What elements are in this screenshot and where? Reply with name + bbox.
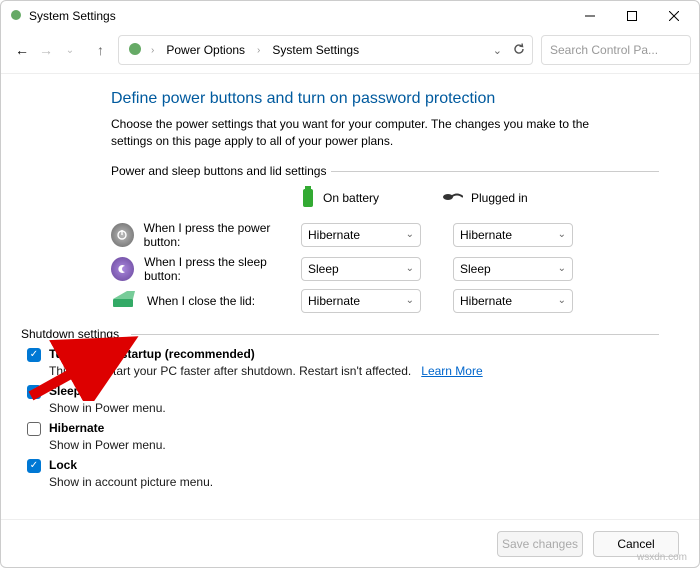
lid-plugged-select[interactable]: Hibernate⌄ (453, 289, 573, 313)
close-button[interactable] (653, 1, 695, 31)
search-placeholder: Search Control Pa... (550, 43, 658, 57)
address-bar[interactable]: › Power Options › System Settings ⌄ (118, 35, 533, 65)
fast-startup-label: Turn on fast startup (recommended) (49, 347, 255, 361)
row-label: When I press the power button: (144, 221, 301, 249)
window-titlebar: System Settings (1, 1, 699, 31)
learn-more-link[interactable]: Learn More (421, 364, 482, 378)
breadcrumb-item[interactable]: System Settings (268, 41, 363, 59)
chevron-right-icon[interactable]: › (149, 45, 156, 56)
nav-bar: ← → ⌄ ↑ › Power Options › System Setting… (1, 31, 699, 74)
fast-startup-desc: This helps start your PC faster after sh… (49, 364, 411, 378)
page-description: Choose the power settings that you want … (111, 116, 631, 150)
sleep-icon (111, 257, 134, 281)
sleep-checkbox[interactable]: ✓ (27, 385, 41, 399)
sleep-option-label: Sleep (49, 384, 81, 398)
fast-startup-checkbox[interactable]: ✓ (27, 348, 41, 362)
power-button-plugged-select[interactable]: Hibernate⌄ (453, 223, 573, 247)
hibernate-option-desc: Show in Power menu. (49, 438, 659, 452)
minimize-button[interactable] (569, 1, 611, 31)
address-bar-icon (127, 41, 143, 60)
forward-button[interactable]: → (37, 41, 55, 59)
lock-checkbox[interactable]: ✓ (27, 459, 41, 473)
setting-row-lid: When I close the lid: Hibernate⌄ Hiberna… (111, 289, 659, 313)
power-button-battery-select[interactable]: Hibernate⌄ (301, 223, 421, 247)
sleep-option-desc: Show in Power menu. (49, 401, 659, 415)
chevron-down-icon: ⌄ (406, 263, 414, 274)
back-button[interactable]: ← (13, 41, 31, 59)
section-shutdown-label: Shutdown settings (21, 327, 659, 341)
chevron-down-icon: ⌄ (406, 229, 414, 240)
chevron-down-icon: ⌄ (558, 263, 566, 274)
battery-icon (301, 186, 315, 211)
maximize-button[interactable] (611, 1, 653, 31)
save-button[interactable]: Save changes (497, 531, 583, 557)
row-label: When I press the sleep button: (144, 255, 301, 283)
column-plugged-label: Plugged in (471, 191, 528, 205)
main-content: Define power buttons and turn on passwor… (1, 74, 699, 511)
watermark: wsxdn.com (637, 552, 687, 563)
sleep-button-battery-select[interactable]: Sleep⌄ (301, 257, 421, 281)
chevron-down-icon[interactable]: ⌄ (493, 44, 502, 57)
search-input[interactable]: Search Control Pa... (541, 35, 691, 65)
recent-dropdown-icon[interactable]: ⌄ (61, 41, 79, 59)
window-title: System Settings (29, 9, 116, 23)
app-icon (9, 8, 23, 25)
page-heading: Define power buttons and turn on passwor… (111, 90, 659, 108)
section-power-label: Power and sleep buttons and lid settings (111, 164, 659, 178)
hibernate-checkbox[interactable] (27, 422, 41, 436)
setting-row-power-button: When I press the power button: Hibernate… (111, 221, 659, 249)
chevron-down-icon: ⌄ (406, 295, 414, 306)
lid-battery-select[interactable]: Hibernate⌄ (301, 289, 421, 313)
row-label: When I close the lid: (147, 294, 255, 308)
sleep-button-plugged-select[interactable]: Sleep⌄ (453, 257, 573, 281)
dialog-footer: Save changes Cancel (1, 519, 699, 567)
refresh-icon[interactable] (512, 42, 526, 59)
lid-icon (111, 289, 137, 312)
chevron-right-icon[interactable]: › (255, 45, 262, 56)
setting-row-sleep-button: When I press the sleep button: Sleep⌄ Sl… (111, 255, 659, 283)
plug-icon (441, 190, 463, 207)
hibernate-option-label: Hibernate (49, 421, 104, 435)
lock-option-label: Lock (49, 458, 77, 472)
breadcrumb-item[interactable]: Power Options (162, 41, 249, 59)
chevron-down-icon: ⌄ (558, 229, 566, 240)
column-headers: On battery Plugged in (111, 186, 659, 211)
column-battery-label: On battery (323, 191, 379, 205)
chevron-down-icon: ⌄ (558, 295, 566, 306)
power-icon (111, 223, 134, 247)
up-button[interactable]: ↑ (91, 42, 110, 58)
lock-option-desc: Show in account picture menu. (49, 475, 659, 489)
